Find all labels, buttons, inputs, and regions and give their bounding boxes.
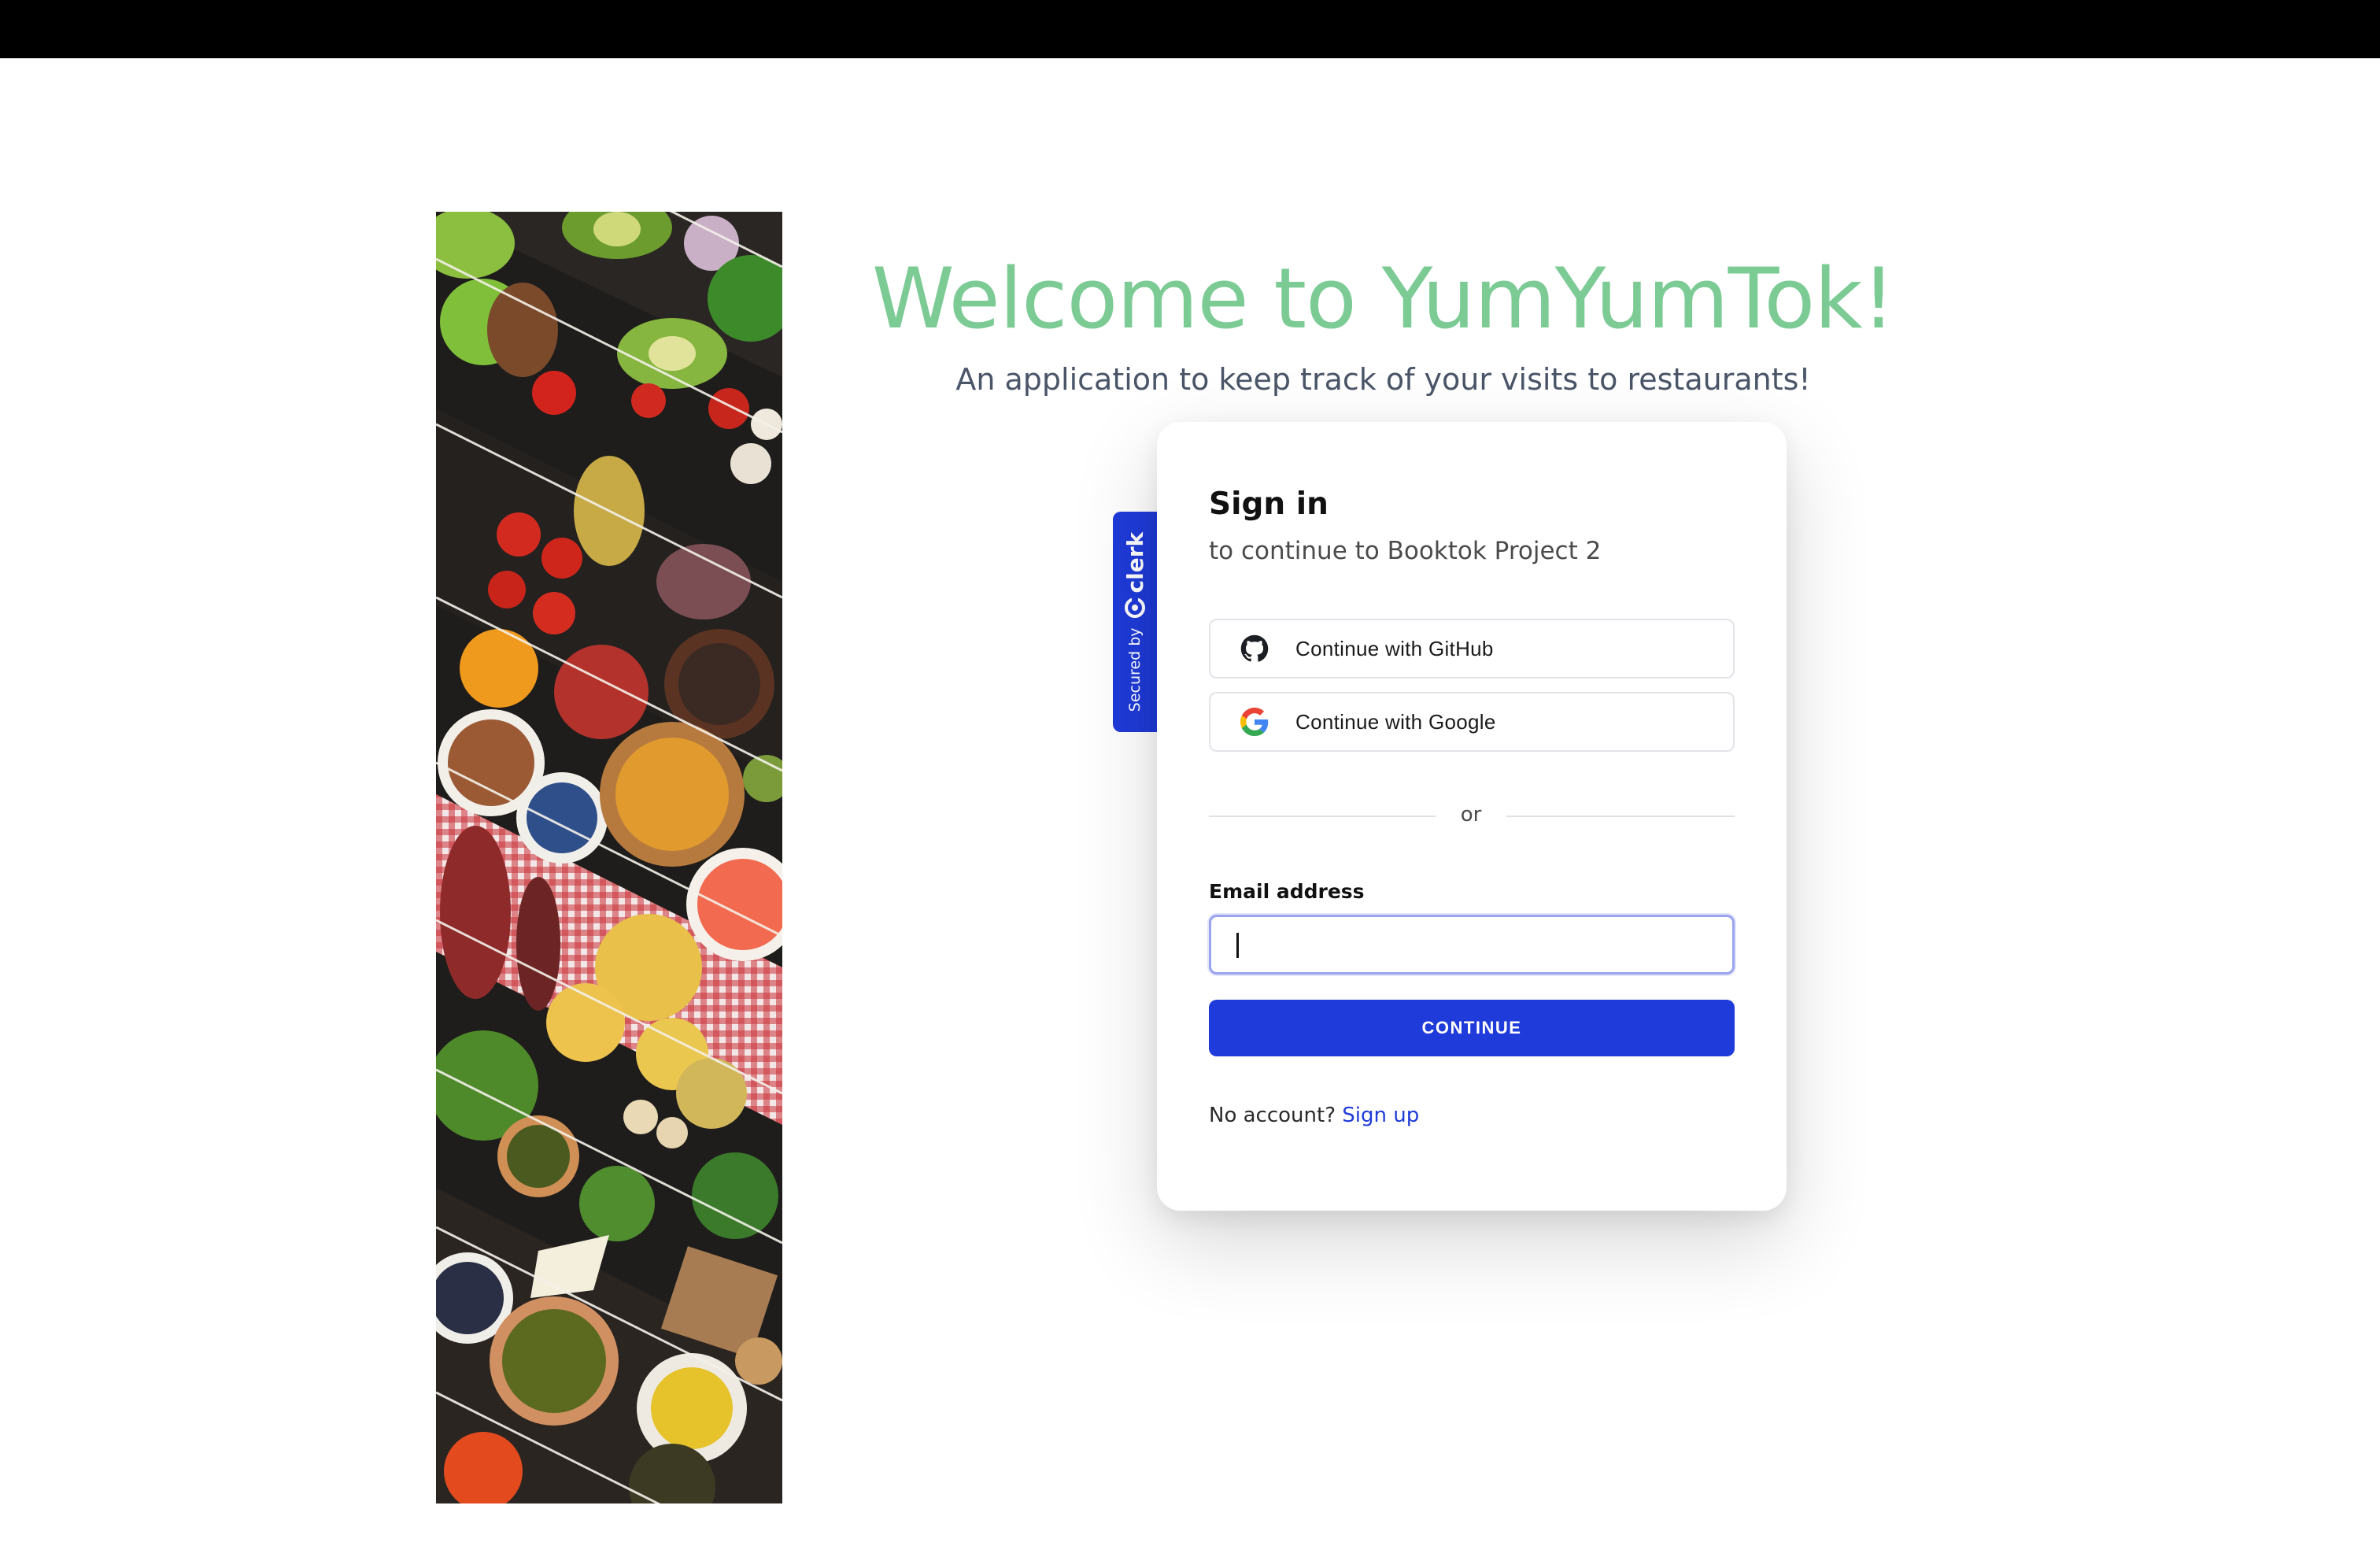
no-account-text: No account? <box>1209 1104 1336 1127</box>
divider-or-text: or <box>1460 803 1482 827</box>
top-black-bar <box>0 0 2380 58</box>
google-icon <box>1240 708 1269 736</box>
email-field[interactable] <box>1209 915 1735 975</box>
sign-in-title: Sign in <box>1209 486 1329 522</box>
no-account-row: No account? Sign up <box>1209 1104 1419 1127</box>
sign-in-card: Sign in to continue to Booktok Project 2… <box>1157 422 1787 1211</box>
food-collage-graphic <box>436 212 782 1503</box>
continue-with-github-button[interactable]: Continue with GitHub <box>1209 619 1735 679</box>
continue-button[interactable]: CONTINUE <box>1209 1000 1735 1056</box>
sign-in-subtitle: to continue to Booktok Project 2 <box>1209 537 1602 565</box>
food-collage-image <box>436 212 782 1503</box>
secured-by-label: Secured by <box>1126 627 1144 712</box>
email-address-label: Email address <box>1209 880 1365 903</box>
github-button-label: Continue with GitHub <box>1295 636 1494 660</box>
divider-line-right <box>1506 816 1735 817</box>
text-caret <box>1236 933 1239 958</box>
secured-by-clerk-badge[interactable]: Secured by clerk <box>1113 512 1157 732</box>
divider-line-left <box>1209 816 1436 817</box>
page-title: Welcome to YumYumTok! <box>871 250 1895 347</box>
page-subtitle: An application to keep track of your vis… <box>955 362 1811 397</box>
clerk-logo-icon <box>1125 597 1145 619</box>
clerk-brand-name: clerk <box>1122 531 1148 594</box>
github-icon <box>1240 634 1269 662</box>
google-button-label: Continue with Google <box>1295 709 1496 734</box>
sign-up-link[interactable]: Sign up <box>1342 1104 1419 1127</box>
continue-with-google-button[interactable]: Continue with Google <box>1209 692 1735 752</box>
